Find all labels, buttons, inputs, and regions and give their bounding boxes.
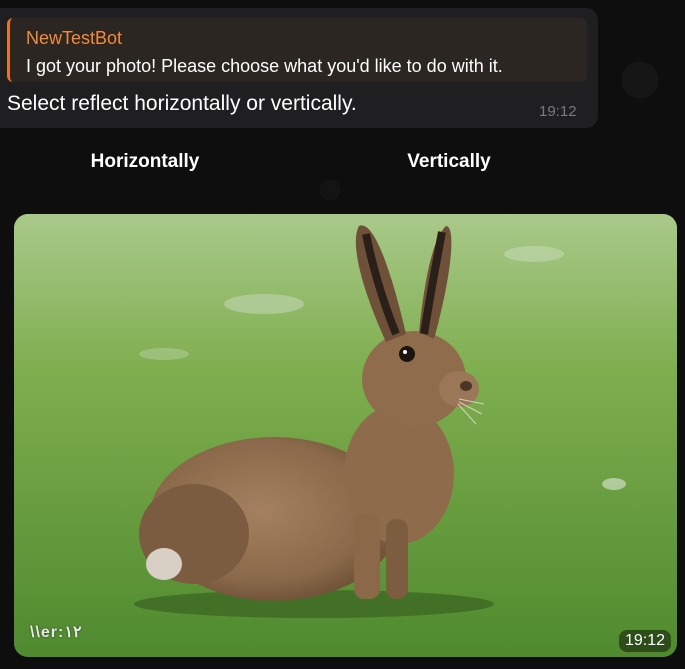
photo-time: 19:12 — [618, 630, 671, 652]
message-text: Select reflect horizontally or verticall… — [7, 92, 357, 115]
inline-keyboard: Horizontally Vertically — [0, 140, 598, 184]
hare-photo — [14, 214, 677, 657]
horizontally-button[interactable]: Horizontally — [0, 140, 290, 184]
photo-message[interactable]: \\er:۱۲ 19:12 — [14, 214, 677, 657]
message-time: 19:12 — [539, 103, 577, 120]
reply-quote[interactable]: NewTestBot I got your photo! Please choo… — [7, 18, 587, 82]
vertically-button[interactable]: Vertically — [304, 140, 594, 184]
reply-author: NewTestBot — [26, 28, 123, 48]
photo-watermark: \\er:۱۲ — [30, 624, 82, 641]
reply-text: I got your photo! Please choose what you… — [26, 56, 503, 76]
